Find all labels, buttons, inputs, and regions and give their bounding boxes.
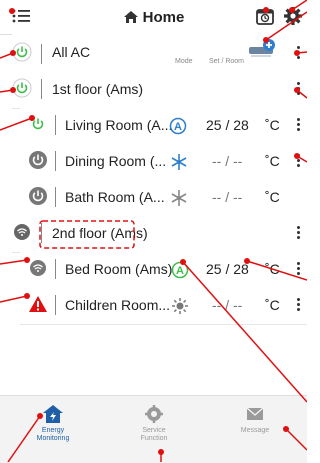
- wifi-disconnected-icon: [28, 258, 48, 278]
- bottom-nav: Energy Monitoring Service Function Messa…: [0, 395, 307, 463]
- wifi-disconnected-icon: [12, 222, 32, 242]
- auto-mode-icon: A: [171, 261, 189, 279]
- room-name: Children Room...: [65, 297, 171, 313]
- room-row-living[interactable]: Living Room (A... A 25 / 28 ˚C: [20, 108, 307, 145]
- column-set-room-label: Set / Room: [209, 58, 245, 65]
- room-row-bed[interactable]: Bed Room (Ams) A 25 / 28 ˚C: [20, 252, 307, 289]
- power-icon[interactable]: [28, 186, 48, 206]
- set-room-temp: 25 / 28: [206, 261, 249, 277]
- nav-label: Function: [140, 435, 168, 442]
- room-row-children[interactable]: Children Room... -- / -- ˚C: [20, 288, 307, 325]
- floor-label: 2nd floor (Ams): [52, 225, 148, 241]
- room-row-bath[interactable]: Bath Room (A... -- / -- ˚C: [20, 180, 307, 217]
- more-options-icon[interactable]: [297, 262, 301, 277]
- temp-unit: ˚C: [265, 297, 280, 313]
- home-icon: [123, 11, 138, 23]
- room-name: Bath Room (A...: [65, 189, 165, 205]
- schedule-icon[interactable]: [256, 7, 274, 25]
- nav-label: Message: [240, 427, 270, 434]
- title-text: Home: [142, 8, 185, 26]
- power-icon[interactable]: [28, 114, 48, 134]
- floor-row-1[interactable]: 1st floor (Ams): [12, 72, 307, 109]
- room-name: Living Room (A...: [65, 117, 173, 133]
- nav-label: Service: [142, 427, 166, 434]
- temp-unit: ˚C: [265, 261, 280, 277]
- more-options-icon[interactable]: [297, 154, 301, 169]
- set-room-temp: -- / --: [212, 153, 243, 169]
- set-room-temp: -- / --: [212, 297, 243, 313]
- all-ac-row[interactable]: All AC Mode Set / Room: [12, 34, 307, 73]
- heat-mode-icon: [171, 297, 189, 315]
- nav-label: Monitoring: [36, 435, 70, 442]
- room-name: Dining Room (...: [65, 153, 167, 169]
- power-icon[interactable]: [12, 42, 32, 62]
- nav-service-function[interactable]: Service Function: [103, 404, 205, 443]
- room-name: Bed Room (Ams): [65, 261, 173, 277]
- nav-message[interactable]: Message: [204, 404, 306, 435]
- auto-mode-icon: A: [169, 117, 187, 135]
- add-ac-icon[interactable]: [247, 38, 277, 60]
- svg-text:A: A: [174, 121, 182, 133]
- cool-mode-icon: [170, 189, 188, 207]
- set-room-temp: -- / --: [212, 189, 243, 205]
- nav-label: Energy: [41, 427, 65, 434]
- more-options-icon[interactable]: [297, 298, 301, 313]
- service-gear-icon: [145, 405, 163, 423]
- more-options-icon[interactable]: [297, 82, 301, 97]
- svg-text:A: A: [176, 265, 184, 277]
- temp-unit: ˚C: [265, 153, 280, 169]
- column-mode-label: Mode: [175, 58, 193, 65]
- more-options-icon[interactable]: [297, 226, 301, 241]
- more-options-icon[interactable]: [297, 118, 301, 133]
- room-row-dining[interactable]: Dining Room (... -- / -- ˚C: [20, 144, 307, 181]
- envelope-icon: [246, 407, 264, 420]
- floor-row-2[interactable]: 2nd floor (Ams): [12, 216, 307, 253]
- set-room-temp: 25 / 28: [206, 117, 249, 133]
- nav-energy-monitoring[interactable]: Energy Monitoring: [2, 404, 104, 443]
- power-icon[interactable]: [12, 78, 32, 98]
- settings-gear-icon[interactable]: [283, 6, 303, 26]
- temp-unit: ˚C: [265, 189, 280, 205]
- all-ac-label: All AC: [52, 44, 91, 60]
- power-icon[interactable]: [28, 150, 48, 170]
- warning-icon: [28, 294, 48, 314]
- more-options-icon[interactable]: [297, 46, 301, 61]
- floor-label: 1st floor (Ams): [52, 81, 144, 97]
- energy-house-icon: [43, 405, 63, 423]
- temp-unit: ˚C: [265, 117, 280, 133]
- cool-mode-icon: [170, 153, 188, 171]
